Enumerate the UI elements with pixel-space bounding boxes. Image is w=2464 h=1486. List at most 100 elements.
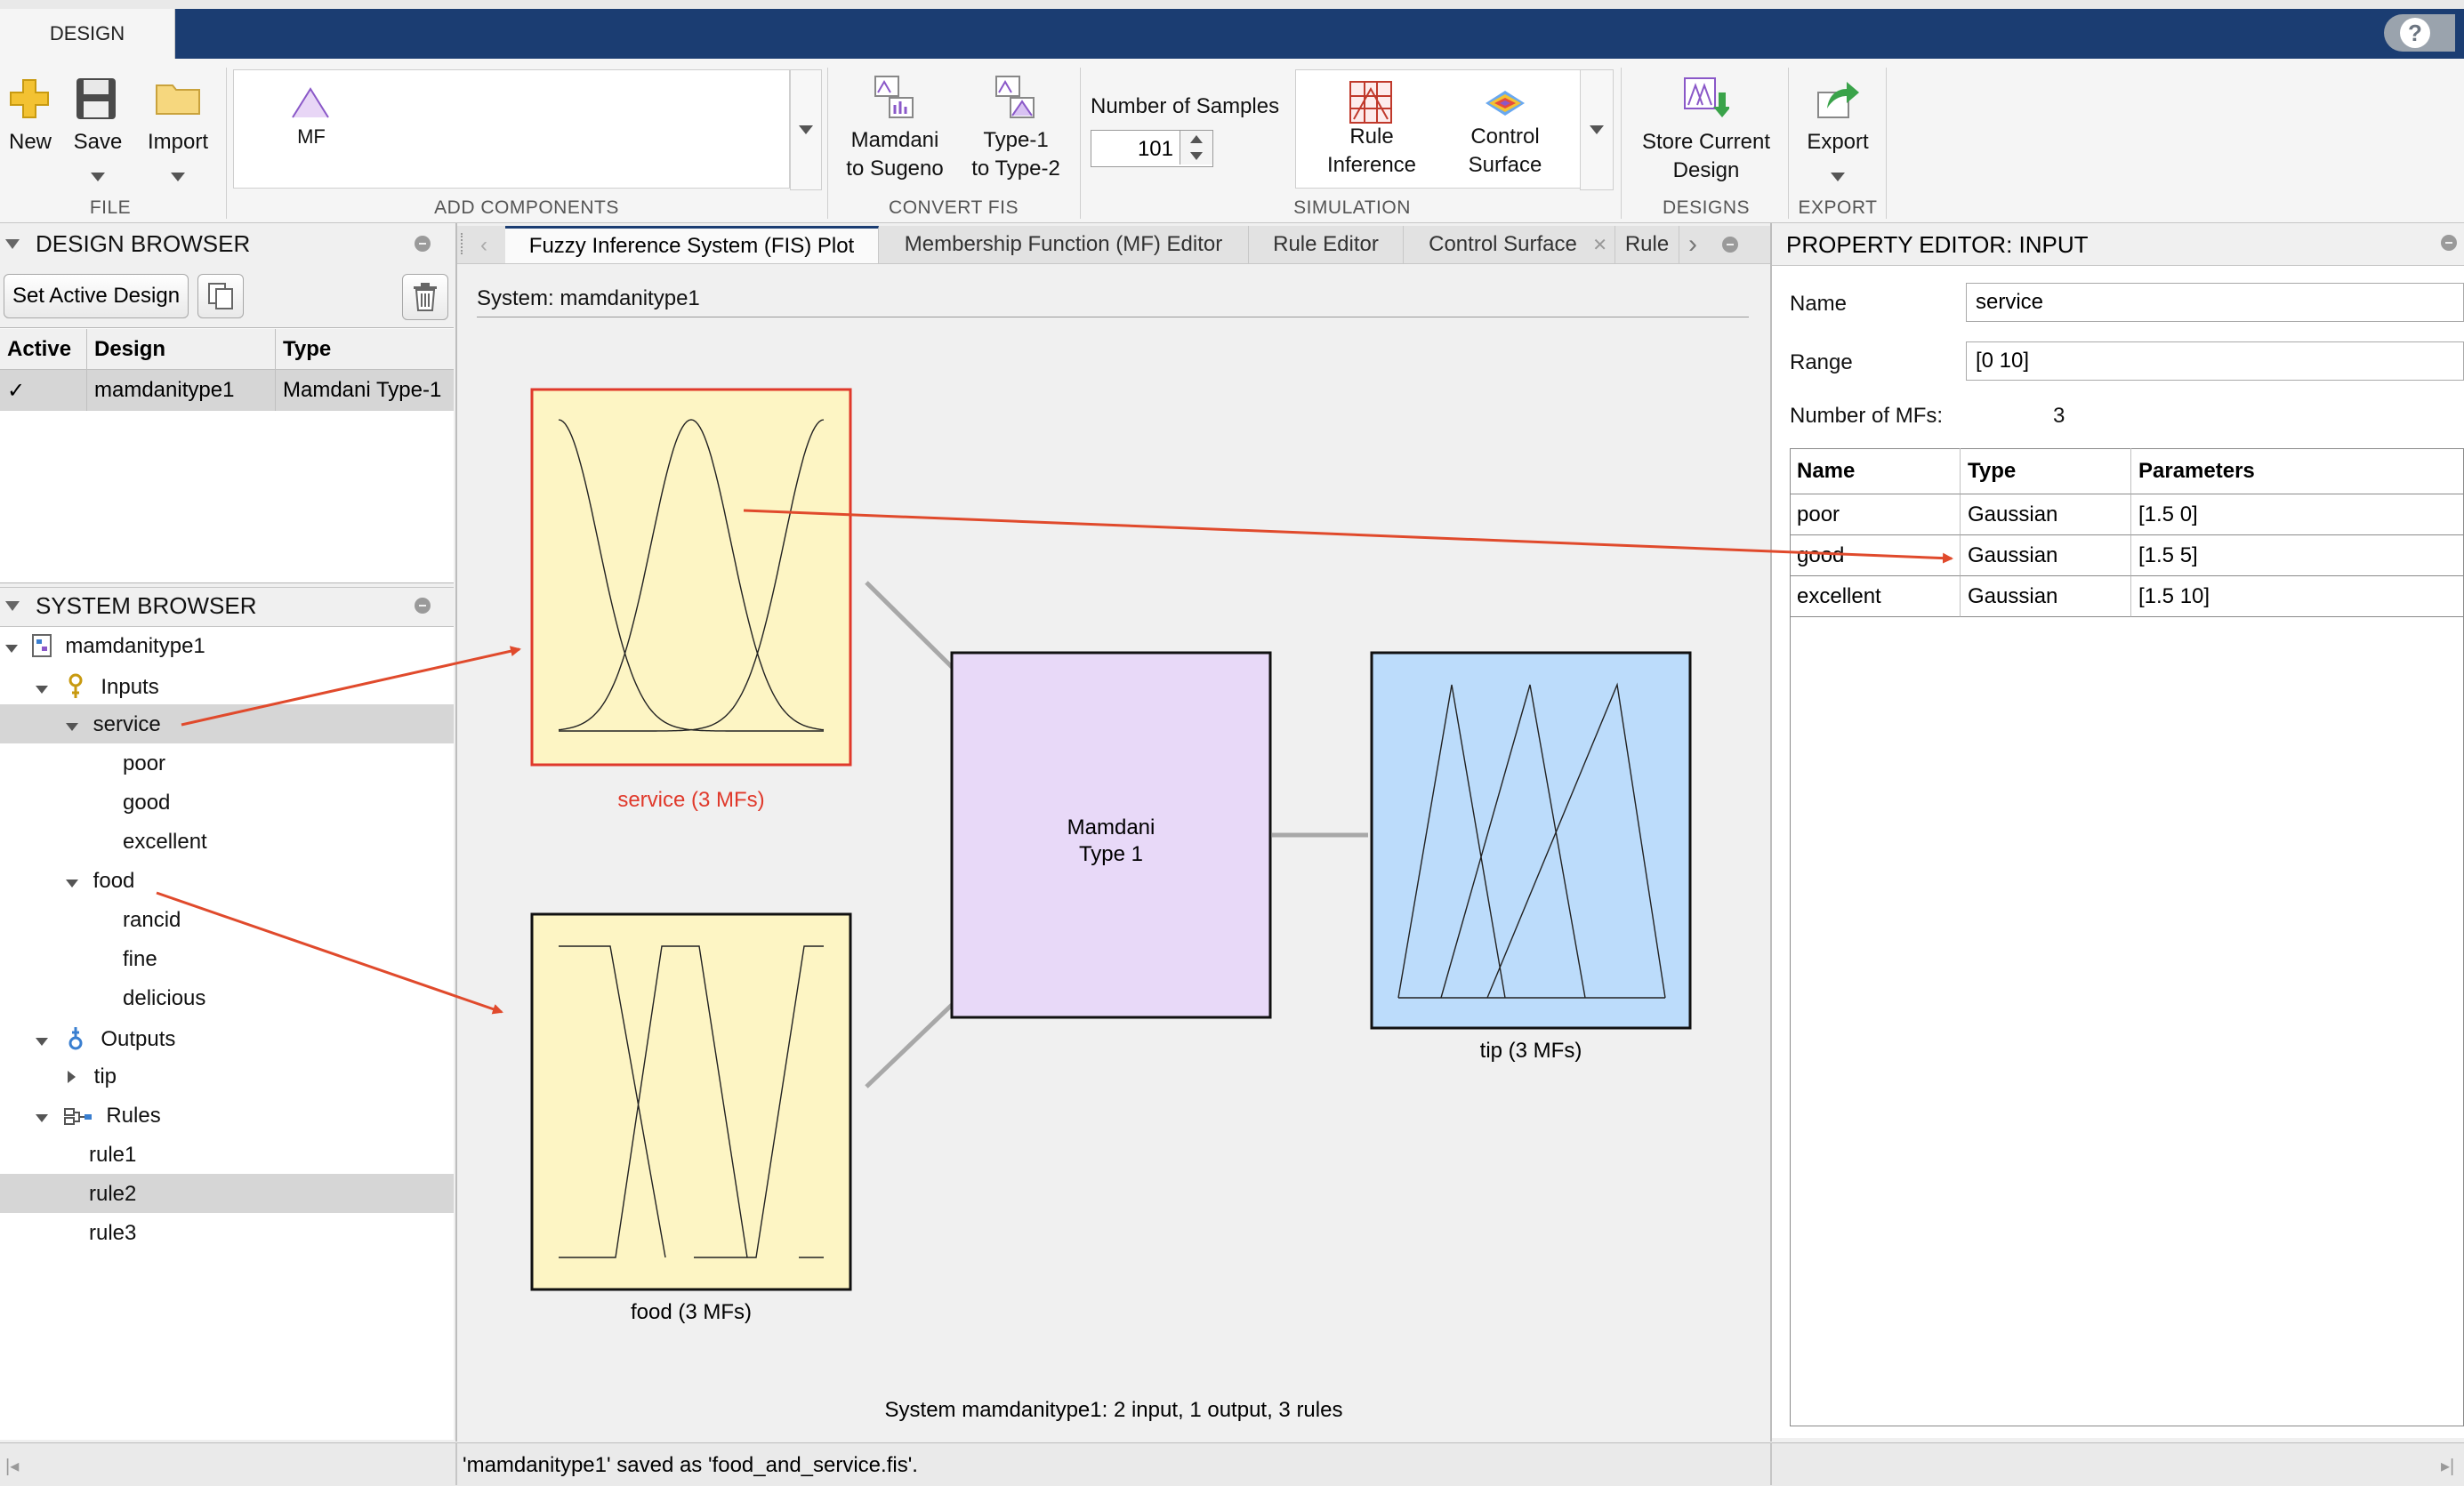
store-current-design-button[interactable]: Store Current Design [1626, 73, 1786, 189]
mf-type-cell[interactable]: Gaussian [1961, 535, 2131, 576]
name-field[interactable]: service [1966, 283, 2464, 322]
range-field[interactable]: [0 10] [1966, 341, 2464, 381]
column-header-parameters[interactable]: Parameters [2131, 448, 2464, 494]
simulation-gallery-expand[interactable] [1580, 69, 1614, 190]
collapse-icon[interactable] [5, 238, 20, 249]
expand-icon[interactable] [36, 1038, 48, 1046]
tree-node-mf-good[interactable]: good [123, 791, 170, 815]
mf-params-cell[interactable]: [1.5 0] [2131, 494, 2464, 535]
design-browser-header[interactable]: DESIGN BROWSER [0, 226, 454, 261]
tree-node-tip[interactable]: tip [68, 1064, 117, 1089]
expand-icon[interactable] [5, 645, 18, 653]
increment-icon[interactable] [1190, 135, 1203, 143]
rule-inference-label: Rule Inference [1326, 125, 1417, 177]
panel-options-icon[interactable] [2441, 235, 2457, 251]
new-label: New [8, 130, 52, 154]
import-button[interactable]: Import [139, 73, 217, 189]
tree-node-service[interactable]: service [66, 712, 161, 737]
group-label-designs: DESIGNS [1662, 197, 1751, 218]
column-header-type[interactable]: Type [1961, 448, 2131, 494]
mf-name-cell[interactable]: poor [1790, 494, 1961, 535]
status-grip-icon[interactable]: |◂ [5, 1455, 19, 1477]
tab-fis-plot[interactable]: Fuzzy Inference System (FIS) Plot [505, 226, 879, 263]
panel-options-icon[interactable] [415, 236, 431, 252]
mf-name-cell[interactable]: good [1790, 535, 1961, 576]
expand-icon[interactable] [66, 880, 78, 888]
tree-node-mf-poor[interactable]: poor [123, 751, 165, 776]
control-surface-button[interactable]: Control Surface [1445, 76, 1566, 183]
tab-options-icon[interactable] [1722, 237, 1738, 253]
close-tab-icon[interactable]: ✕ [1592, 234, 1607, 256]
new-button[interactable]: New [5, 73, 55, 162]
separator [1621, 68, 1622, 219]
tree-node-mf-delicious[interactable]: delicious [123, 986, 205, 1011]
decrement-icon[interactable] [1190, 152, 1203, 160]
group-label-convert: CONVERT FIS [889, 197, 1019, 218]
system-browser-header[interactable]: SYSTEM BROWSER [0, 587, 454, 623]
tree-node-rules[interactable]: Rules [36, 1104, 161, 1129]
mf-params-cell[interactable]: [1.5 5] [2131, 535, 2464, 576]
column-header-design[interactable]: Design [87, 329, 276, 370]
export-dropdown-icon [1831, 173, 1845, 181]
tab-rule-editor[interactable]: Rule Editor [1249, 226, 1404, 263]
tab-control-surface[interactable]: Control Surface ✕ [1404, 226, 1615, 263]
mf-name-cell[interactable]: excellent [1790, 576, 1961, 617]
expand-icon[interactable] [36, 686, 48, 694]
tree-node-rule3[interactable]: rule3 [89, 1221, 136, 1246]
export-button[interactable]: Export [1792, 73, 1884, 189]
tree-node-rule1[interactable]: rule1 [89, 1143, 136, 1168]
status-message: 'mamdanitype1' saved as 'food_and_servic… [463, 1453, 918, 1477]
tree-node-mf-rancid[interactable]: rancid [123, 908, 181, 933]
column-header-active[interactable]: Active [0, 329, 87, 370]
service-input-block[interactable] [530, 388, 852, 767]
expand-icon[interactable] [68, 1071, 76, 1083]
tree-node-rule2[interactable]: rule2 [89, 1182, 136, 1207]
delete-design-button[interactable] [402, 274, 448, 320]
expand-icon[interactable] [66, 723, 78, 731]
add-mf-button[interactable]: MF [267, 82, 356, 153]
gallery-expand-button[interactable] [790, 69, 822, 190]
tree-node-mf-excellent[interactable]: excellent [123, 830, 207, 855]
type1-to-type2-button[interactable]: Type-1 to Type-2 [961, 73, 1071, 189]
tree-node-inputs[interactable]: Inputs [36, 673, 159, 700]
food-input-block[interactable] [530, 912, 852, 1291]
save-button[interactable]: Save [64, 73, 132, 189]
duplicate-design-button[interactable] [197, 274, 244, 318]
folder-icon [156, 84, 200, 115]
tree-node-mf-fine[interactable]: fine [123, 947, 157, 972]
column-header-type[interactable]: Type [276, 329, 454, 370]
panel-options-icon[interactable] [415, 598, 431, 614]
tree-node-outputs[interactable]: Outputs [36, 1025, 175, 1052]
chevron-down-icon [1590, 125, 1604, 134]
tab-design[interactable]: DESIGN [0, 9, 175, 59]
help-button[interactable]: ? [2384, 14, 2455, 52]
separator [827, 68, 828, 219]
convert-sugeno-icon [874, 76, 914, 118]
tip-output-block[interactable] [1370, 651, 1692, 1030]
save-label: Save [73, 130, 123, 154]
import-dropdown-icon [171, 173, 185, 181]
collapse-icon[interactable] [5, 600, 20, 611]
tree-label: tip [93, 1064, 117, 1088]
mf-type-cell[interactable]: Gaussian [1961, 494, 2131, 535]
tab-rule-inference[interactable]: Rule [1615, 226, 1679, 263]
column-header-name[interactable]: Name [1790, 448, 1961, 494]
status-grip-right-icon[interactable]: ▸| [2441, 1455, 2454, 1477]
rule-inference-button[interactable]: Rule Inference [1308, 76, 1436, 183]
divider [1770, 1442, 1772, 1485]
num-mfs-value: 3 [2053, 404, 2065, 428]
tree-label: food [93, 869, 135, 893]
samples-spinner[interactable]: 101 [1091, 130, 1213, 167]
spinner-arrows[interactable] [1180, 131, 1212, 165]
plus-icon [10, 79, 49, 118]
mf-type-cell[interactable]: Gaussian [1961, 576, 2131, 617]
tab-scroll-right-icon[interactable]: › [1688, 229, 1697, 260]
tab-scroll-left-icon[interactable]: ‹ [480, 233, 487, 258]
set-active-design-button[interactable]: Set Active Design [4, 274, 189, 318]
mamdani-to-sugeno-button[interactable]: Mamdani to Sugeno [840, 73, 950, 189]
tree-node-food[interactable]: food [66, 869, 134, 894]
expand-icon[interactable] [36, 1114, 48, 1122]
tab-mf-editor[interactable]: Membership Function (MF) Editor [879, 226, 1249, 263]
tree-node-root[interactable]: mamdanitype1 [5, 634, 205, 659]
mf-params-cell[interactable]: [1.5 10] [2131, 576, 2464, 617]
